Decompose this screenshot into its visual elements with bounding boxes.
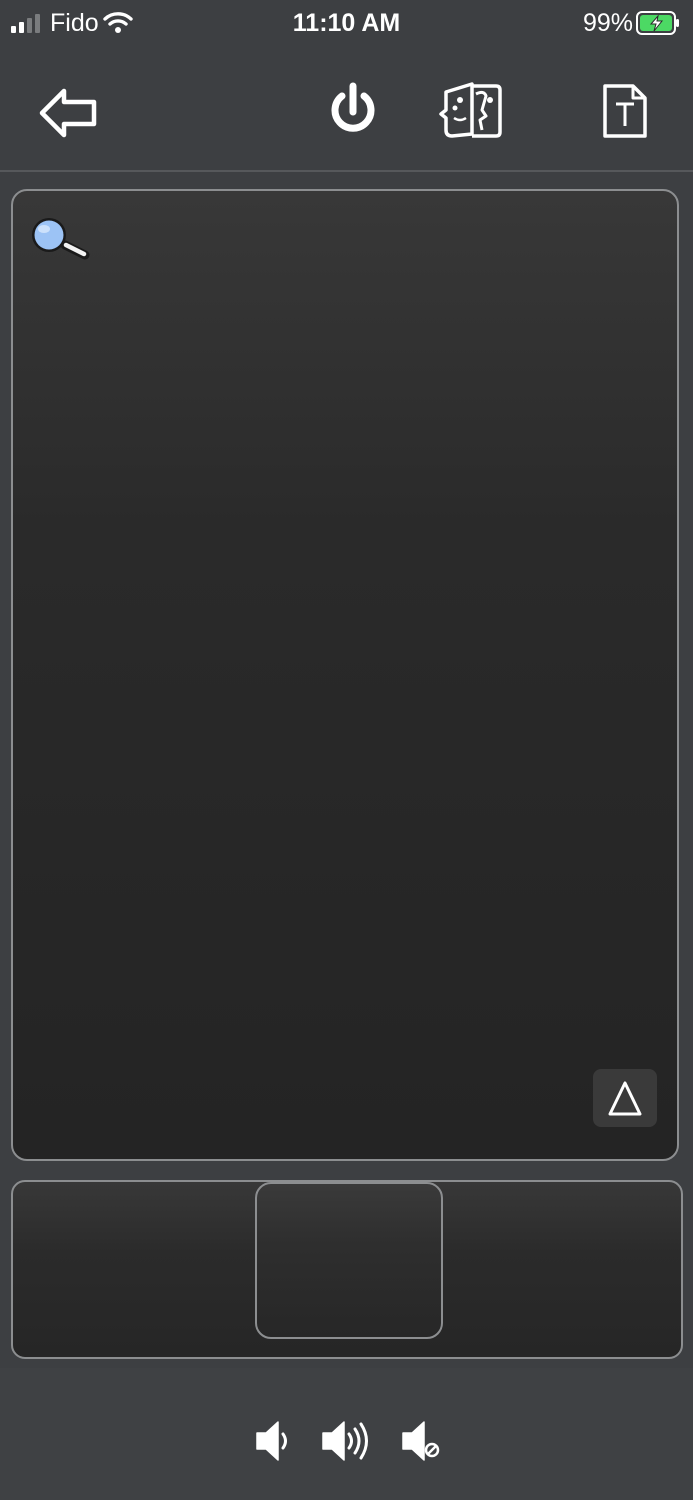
keyboard-toggle-button[interactable] xyxy=(593,1069,657,1127)
volume-up-button[interactable] xyxy=(320,1416,374,1466)
volume-down-button[interactable] xyxy=(254,1416,294,1466)
back-button[interactable] xyxy=(36,80,102,146)
text-input-button[interactable] xyxy=(595,78,653,144)
text-document-icon xyxy=(603,84,647,138)
volume-mute-icon xyxy=(402,1421,440,1461)
zoom-button[interactable] xyxy=(29,209,91,261)
trackpad-area[interactable] xyxy=(11,189,679,1161)
middle-mouse-button[interactable] xyxy=(255,1182,443,1339)
toolbar-divider xyxy=(0,170,693,172)
right-mouse-button[interactable] xyxy=(443,1182,681,1357)
volume-mute-button[interactable] xyxy=(400,1416,444,1466)
screen-share-button[interactable] xyxy=(438,78,506,144)
triangle-up-icon xyxy=(608,1081,642,1116)
volume-down-icon xyxy=(256,1421,287,1461)
status-bar: Fido 11:10 AM 99% xyxy=(0,0,693,50)
volume-bar xyxy=(0,1368,693,1500)
mouse-remote-screen: Fido 11:10 AM 99% xyxy=(0,0,693,1500)
battery-charging-icon xyxy=(636,11,679,35)
power-icon xyxy=(331,82,375,132)
screen-share-faces-icon xyxy=(439,82,502,138)
volume-up-icon xyxy=(322,1421,368,1461)
toolbar xyxy=(0,50,693,170)
back-arrow-icon xyxy=(39,88,97,138)
magnifier-icon xyxy=(32,218,90,260)
power-button[interactable] xyxy=(322,78,384,144)
battery-percentage: 99% xyxy=(582,9,633,37)
left-mouse-button[interactable] xyxy=(13,1182,255,1357)
mouse-buttons-panel xyxy=(11,1180,683,1359)
